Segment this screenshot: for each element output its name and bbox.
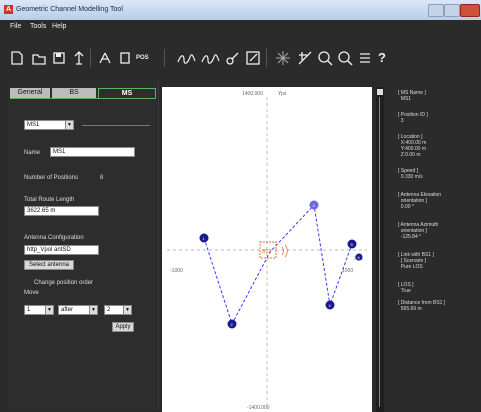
draw-route-alt-icon[interactable] [199, 49, 221, 67]
save-file-icon[interactable] [50, 49, 68, 67]
divider [82, 125, 150, 126]
grid-edit-icon[interactable] [296, 49, 314, 67]
ms-point[interactable]: 5 [347, 239, 357, 249]
bottom-axis-label: -1400.000 [247, 405, 270, 411]
pos-icon[interactable]: POS [136, 49, 158, 67]
minimize-button[interactable] [428, 4, 444, 17]
info-los: [ LOS ] True [398, 282, 414, 294]
info-distance: [ Distance from BS1 ] 565.69 m [398, 300, 446, 312]
num-positions-value: 8 [100, 175, 104, 181]
top-unit-label: Yps [278, 91, 287, 97]
tab-general[interactable]: General [10, 88, 50, 98]
map-canvas[interactable]: 1400.000 Yps -1000 1000 Xps -1400.000 BS… [162, 87, 372, 412]
ms-point[interactable]: 3 [309, 200, 319, 210]
ms-selector[interactable]: MS1 ▼ [24, 120, 74, 130]
list-icon[interactable] [356, 49, 374, 67]
name-label: Name [24, 150, 41, 156]
app-icon: A [4, 5, 13, 14]
toolbar: POS ? [0, 35, 481, 81]
info-ms-name: [ MS Name ] MS1 [398, 90, 426, 102]
tab-underline [10, 98, 155, 99]
move-label: Move [24, 290, 39, 296]
add-bs-icon[interactable] [70, 49, 88, 67]
menu-file[interactable]: File [10, 23, 21, 30]
menu-help[interactable]: Help [52, 23, 66, 30]
menu-tools[interactable]: Tools [30, 23, 46, 30]
apply-button[interactable]: Apply [112, 322, 134, 332]
select-antenna-button[interactable]: Select antenna [24, 260, 74, 270]
title-bar: A Geometric Channel Modelling Tool [0, 0, 481, 20]
route-length-label: Total Route Length [24, 197, 75, 203]
bs-label: BS1 [262, 249, 272, 255]
zoom-in-icon[interactable] [316, 49, 334, 67]
move-to-select[interactable]: 2 ▼ [104, 305, 132, 315]
info-position-id: [ Position ID ] 3 [398, 112, 428, 124]
scatter-icon[interactable] [274, 49, 292, 67]
info-speed: [ Speed ] 0.330 m/s [398, 168, 423, 180]
scroll-up-icon[interactable] [377, 89, 383, 95]
ms-point[interactable]: 2 [227, 319, 237, 329]
right-axis-label: 1000 [342, 268, 353, 274]
draw-route-icon[interactable] [175, 49, 197, 67]
tab-bs[interactable]: BS [52, 88, 96, 98]
menu-bar: File Tools Help [0, 20, 481, 35]
vertical-scrollbar[interactable] [376, 87, 384, 412]
chevron-down-icon: ▼ [123, 306, 131, 314]
zoom-out-icon[interactable] [336, 49, 354, 67]
ms-point[interactable]: 4 [325, 300, 335, 310]
route-length-field[interactable]: 3622.65 m [24, 206, 99, 216]
top-axis-label: 1400.000 [242, 91, 263, 97]
chevron-down-icon: ▼ [65, 121, 73, 129]
link-icon[interactable] [224, 49, 242, 67]
antenna-config-field[interactable]: http_Vpol antSD [24, 245, 99, 255]
maximize-button[interactable] [444, 4, 460, 17]
help-icon[interactable]: ? [378, 49, 396, 67]
edit-icon[interactable] [244, 49, 262, 67]
change-order-label: Change position order [34, 280, 94, 286]
move-mode-select[interactable]: after ▼ [58, 305, 98, 315]
info-link: [ Link with BS1 ] [ Scenario ] Pure LOS [398, 252, 434, 270]
ms-point[interactable]: 6 [355, 253, 363, 261]
info-azimuth: [ Antenna Azimuth orientation ] -125.84 … [398, 222, 439, 240]
open-file-icon[interactable] [30, 49, 48, 67]
chevron-down-icon: ▼ [89, 306, 97, 314]
ms-point[interactable]: 1 [199, 233, 209, 243]
num-positions-label: Number of Positions [24, 175, 79, 181]
new-file-icon[interactable] [8, 49, 26, 67]
chevron-down-icon: ▼ [45, 306, 53, 314]
window-title: Geometric Channel Modelling Tool [16, 6, 123, 13]
move-from-select[interactable]: 1 ▼ [24, 305, 54, 315]
info-elevation: [ Antenna Elevation orientation ] 0.00 ° [398, 192, 442, 210]
info-location: [ Location ] X:400.00 m Y:400.00 m Z:0.0… [398, 134, 427, 158]
left-axis-label: -1000 [170, 268, 183, 274]
antenna-config-label: Antenna Configuration [24, 235, 84, 241]
add-ms-icon[interactable] [116, 49, 134, 67]
name-field[interactable]: MS1 [50, 147, 135, 157]
close-button[interactable] [460, 4, 480, 17]
add-antenna-icon[interactable] [96, 49, 114, 67]
